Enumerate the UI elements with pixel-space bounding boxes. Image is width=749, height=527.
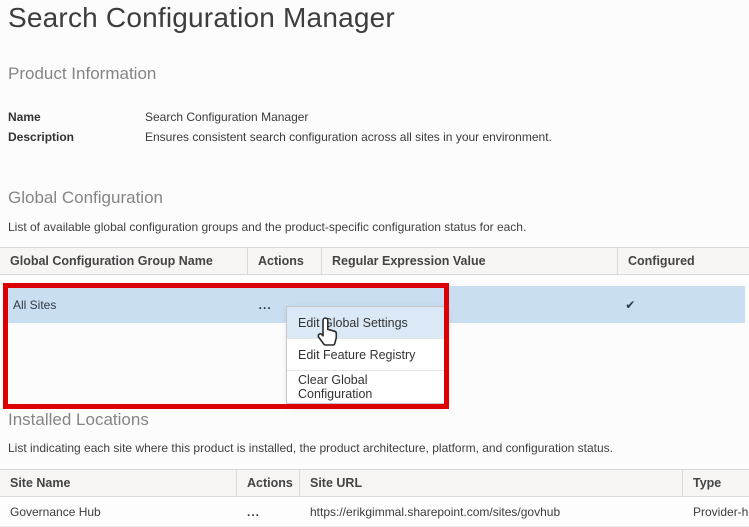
- product-description-row: Description Ensures consistent search co…: [8, 130, 552, 144]
- menu-item-edit-feature-registry[interactable]: Edit Feature Registry: [287, 339, 444, 371]
- installed-locations-description: List indicating each site where this pro…: [8, 441, 613, 455]
- menu-item-clear-global-configuration[interactable]: Clear Global Configuration: [287, 371, 444, 403]
- site-name-cell: Governance Hub: [0, 498, 237, 526]
- page-title: Search Configuration Manager: [8, 2, 395, 34]
- global-configuration-table: Global Configuration Group Name Actions …: [0, 247, 749, 275]
- column-header-configured[interactable]: Configured: [618, 248, 749, 274]
- site-url-link[interactable]: https://erikgimmal.sharepoint.com/sites/…: [300, 498, 683, 526]
- configured-check-icon: ✔: [615, 286, 745, 323]
- product-name-row: Name Search Configuration Manager: [8, 110, 308, 124]
- column-header-actions[interactable]: Actions: [237, 470, 300, 496]
- name-label: Name: [8, 110, 145, 124]
- group-name-cell: All Sites: [3, 286, 249, 323]
- column-header-group-name[interactable]: Global Configuration Group Name: [0, 248, 248, 274]
- global-configuration-table-header: Global Configuration Group Name Actions …: [0, 247, 749, 275]
- description-label: Description: [8, 130, 145, 144]
- table-row-governance-hub[interactable]: Governance Hub ... https://erikgimmal.sh…: [0, 498, 749, 527]
- installed-locations-heading: Installed Locations: [8, 410, 149, 430]
- search-configuration-manager-page: Search Configuration Manager Product Inf…: [0, 0, 749, 527]
- row-actions-menu-button[interactable]: ...: [237, 498, 300, 526]
- column-header-regex-value[interactable]: Regular Expression Value: [322, 248, 618, 274]
- menu-item-edit-global-settings[interactable]: Edit Global Settings: [287, 307, 444, 339]
- site-type-cell: Provider-ho: [683, 498, 749, 526]
- global-configuration-description: List of available global configuration g…: [8, 220, 526, 234]
- column-header-type[interactable]: Type: [683, 470, 749, 496]
- installed-locations-table: Site Name Actions Site URL Type Governan…: [0, 469, 749, 527]
- product-information-heading: Product Information: [8, 64, 156, 84]
- column-header-site-url[interactable]: Site URL: [300, 470, 683, 496]
- description-value: Ensures consistent search configuration …: [145, 130, 552, 144]
- installed-locations-table-header: Site Name Actions Site URL Type: [0, 469, 749, 497]
- global-configuration-heading: Global Configuration: [8, 188, 163, 208]
- column-header-actions[interactable]: Actions: [248, 248, 322, 274]
- name-value: Search Configuration Manager: [145, 110, 308, 124]
- column-header-site-name[interactable]: Site Name: [0, 470, 237, 496]
- row-actions-context-menu: Edit Global Settings Edit Feature Regist…: [286, 306, 445, 404]
